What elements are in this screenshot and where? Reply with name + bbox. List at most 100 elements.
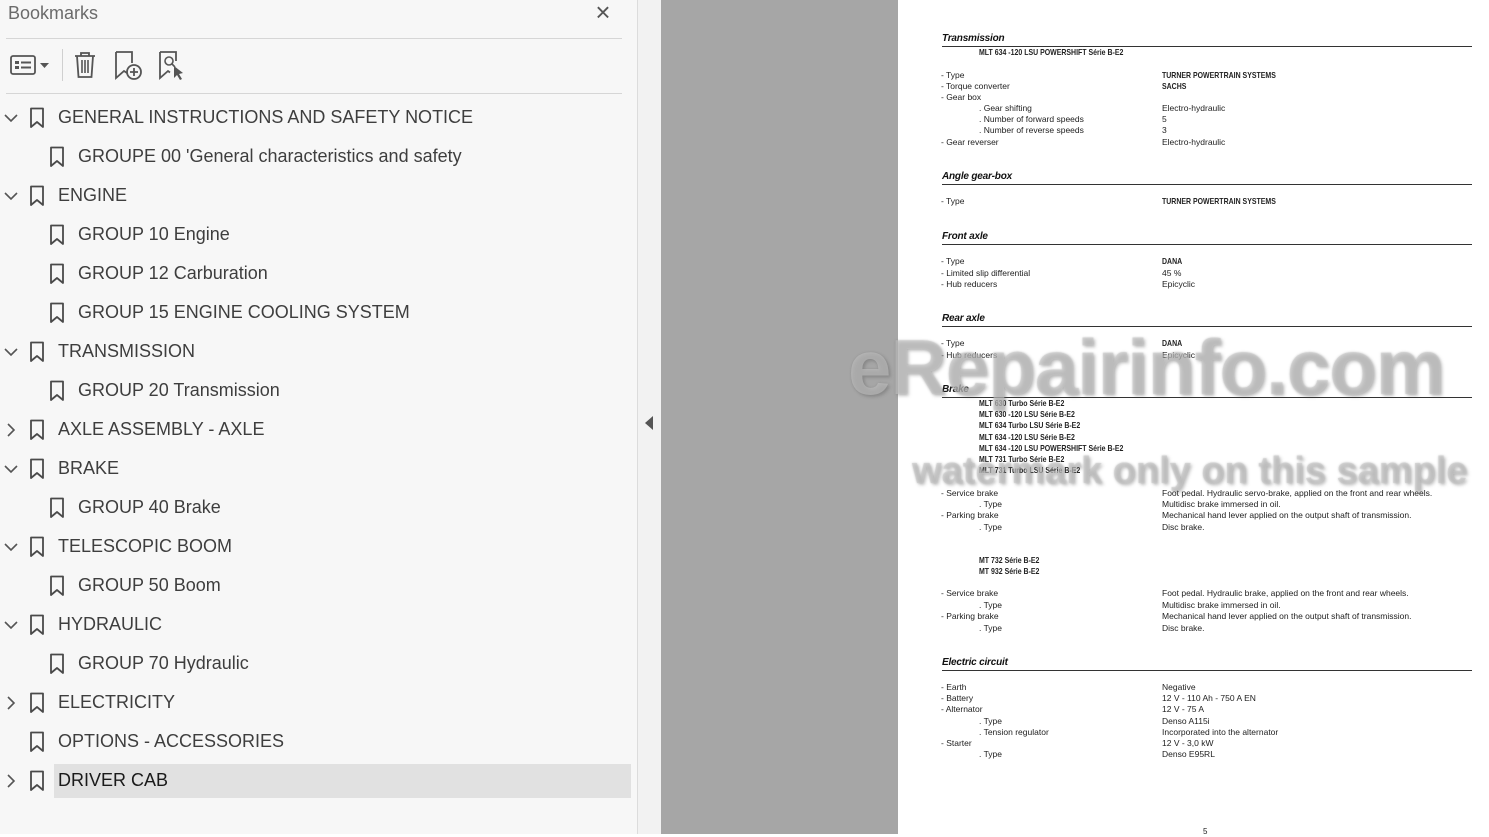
bookmark-icon: [49, 302, 65, 324]
chevron-down-icon[interactable]: [3, 461, 19, 477]
bookmark-row[interactable]: GROUP 40 Brake: [0, 491, 630, 525]
section-title-electric-circuit: Electric circuit: [942, 657, 1008, 668]
spec-value: Mechanical hand lever applied on the out…: [1162, 611, 1412, 621]
options-menu-button[interactable]: [8, 48, 52, 82]
spec-label: . Type: [979, 622, 1002, 633]
spec-value: Mechanical hand lever applied on the out…: [1162, 510, 1412, 521]
chevron-right-icon[interactable]: [3, 422, 19, 438]
collapse-pane-arrow-icon[interactable]: [645, 416, 653, 430]
bookmark-row[interactable]: HYDRAULIC: [0, 608, 630, 642]
spec-label: . Number of forward speeds: [979, 114, 1084, 124]
spec-label: . Type: [979, 499, 1002, 510]
spec-value: TURNER POWERTRAIN SYSTEMS: [1162, 196, 1276, 206]
chevron-down-icon[interactable]: [3, 110, 19, 126]
bookmark-row[interactable]: GROUP 12 Carburation: [0, 257, 630, 291]
find-current-bookmark-button[interactable]: [156, 48, 188, 82]
chevron-down-icon[interactable]: [3, 539, 19, 555]
bookmark-label: HYDRAULIC: [58, 614, 163, 634]
spec-label: . Type: [979, 715, 1002, 726]
spec-label: - Limited slip differential: [941, 267, 1031, 278]
spec-value: Electro-hydraulic: [1162, 103, 1226, 113]
header-divider: [6, 38, 622, 39]
spec-label: - Gear reverser: [941, 137, 999, 147]
bookmark-label: GROUP 50 Boom: [78, 575, 221, 595]
chevron-down-icon[interactable]: [3, 188, 19, 204]
bookmark-icon: [49, 497, 65, 519]
spec-value: 5: [1162, 114, 1167, 124]
spec-value: Electro-hydraulic: [1162, 137, 1226, 147]
spec-label: - Hub reducers: [941, 279, 998, 289]
bookmarks-panel: Bookmarks × GENERAL INSTRUCTIONS AND SAF…: [0, 0, 638, 834]
bookmark-label: GROUP 20 Transmission: [78, 380, 280, 400]
spec-label: . Type: [979, 521, 1002, 532]
bookmark-label: TELESCOPIC BOOM: [58, 536, 233, 556]
spec-label: . Type: [979, 749, 1002, 760]
bookmark-label: GROUPE 00 'General characteristics and s…: [78, 146, 462, 166]
bookmark-icon: [29, 692, 45, 714]
section-rule: [942, 184, 1472, 185]
spec-value: Incorporated into the alternator: [1162, 726, 1279, 737]
bookmark-label: GROUP 12 Carburation: [78, 263, 268, 283]
bookmark-label: GENERAL INSTRUCTIONS AND SAFETY NOTICE: [58, 107, 474, 127]
bookmark-label: ENGINE: [58, 185, 128, 205]
chevron-right-icon[interactable]: [3, 773, 19, 789]
bookmark-icon: [49, 146, 65, 168]
section-rule: [942, 244, 1472, 245]
bookmark-row[interactable]: ENGINE: [0, 179, 630, 213]
bookmark-row[interactable]: GROUP 15 ENGINE COOLING SYSTEM: [0, 296, 630, 330]
spec-value: Negative: [1162, 682, 1196, 692]
spec-label: - Earth: [941, 682, 967, 692]
bookmark-row[interactable]: GROUP 20 Transmission: [0, 374, 630, 408]
bookmark-icon: [29, 614, 45, 636]
bookmark-row[interactable]: TRANSMISSION: [0, 335, 630, 369]
bookmark-row[interactable]: OPTIONS - ACCESSORIES: [0, 725, 630, 759]
spec-value: 12 V - 75 A: [1162, 704, 1205, 715]
spec-label: . Type: [979, 599, 1002, 610]
spec-label: - Type: [941, 196, 965, 206]
bookmark-icon: [49, 653, 65, 675]
chevron-right-icon[interactable]: [3, 695, 19, 711]
model-line: MLT 634 -120 LSU POWERSHIFT Série B-E2: [979, 47, 1124, 57]
bookmark-row[interactable]: DRIVER CAB: [0, 764, 631, 798]
spec-label: - Type: [941, 256, 965, 266]
spec-value: TURNER POWERTRAIN SYSTEMS: [1162, 70, 1276, 80]
spec-value: Denso A115i: [1162, 715, 1210, 726]
chevron-down-icon[interactable]: [3, 344, 19, 360]
delete-bookmark-button[interactable]: [70, 48, 100, 82]
new-bookmark-button[interactable]: [112, 48, 144, 82]
bookmark-icon: [29, 770, 45, 792]
spec-label: - Parking brake: [941, 510, 999, 521]
spec-label: - Service brake: [941, 588, 999, 598]
panel-title: Bookmarks: [8, 3, 99, 23]
model-line: MLT 634 -120 LSU Série B-E2: [979, 431, 1075, 442]
bookmark-row[interactable]: BRAKE: [0, 452, 630, 486]
bookmark-row[interactable]: GROUP 10 Engine: [0, 218, 630, 252]
spec-label: - Battery: [941, 693, 974, 704]
bookmark-row[interactable]: GROUP 70 Hydraulic: [0, 647, 630, 681]
document-gutter: [661, 0, 898, 834]
bookmark-row[interactable]: TELESCOPIC BOOM: [0, 530, 630, 564]
bookmark-row[interactable]: AXLE ASSEMBLY - AXLE: [0, 413, 630, 447]
bookmark-label: GROUP 10 Engine: [78, 224, 230, 244]
model-line: MT 732 Série B-E2: [979, 555, 1040, 565]
section-title-angle-gearbox: Angle gear-box: [942, 171, 1012, 182]
bookmark-label: TRANSMISSION: [58, 341, 196, 361]
section-title-front-axle: Front axle: [942, 231, 988, 242]
spec-value: SACHS: [1162, 81, 1187, 91]
spec-value: Denso E95RL: [1162, 749, 1215, 760]
spec-label: - Gear box: [941, 92, 982, 102]
spec-label: . Gear shifting: [979, 103, 1032, 113]
model-line: MLT 634 Turbo LSU Série B-E2: [979, 420, 1081, 431]
chevron-down-icon[interactable]: [3, 617, 19, 633]
close-icon[interactable]: ×: [592, 0, 614, 25]
bookmark-row[interactable]: GROUPE 00 'General characteristics and s…: [0, 140, 630, 174]
bookmark-row[interactable]: GROUP 50 Boom: [0, 569, 630, 603]
section-rule: [942, 670, 1472, 671]
spec-value: 45 %: [1162, 267, 1182, 278]
bookmark-icon: [29, 185, 45, 207]
bookmark-row[interactable]: ELECTRICITY: [0, 686, 630, 720]
bookmark-label: BRAKE: [58, 458, 120, 478]
bookmark-row[interactable]: GENERAL INSTRUCTIONS AND SAFETY NOTICE: [0, 101, 630, 135]
spec-label: - Parking brake: [941, 611, 999, 621]
spec-value: Epicyclic: [1162, 279, 1196, 289]
